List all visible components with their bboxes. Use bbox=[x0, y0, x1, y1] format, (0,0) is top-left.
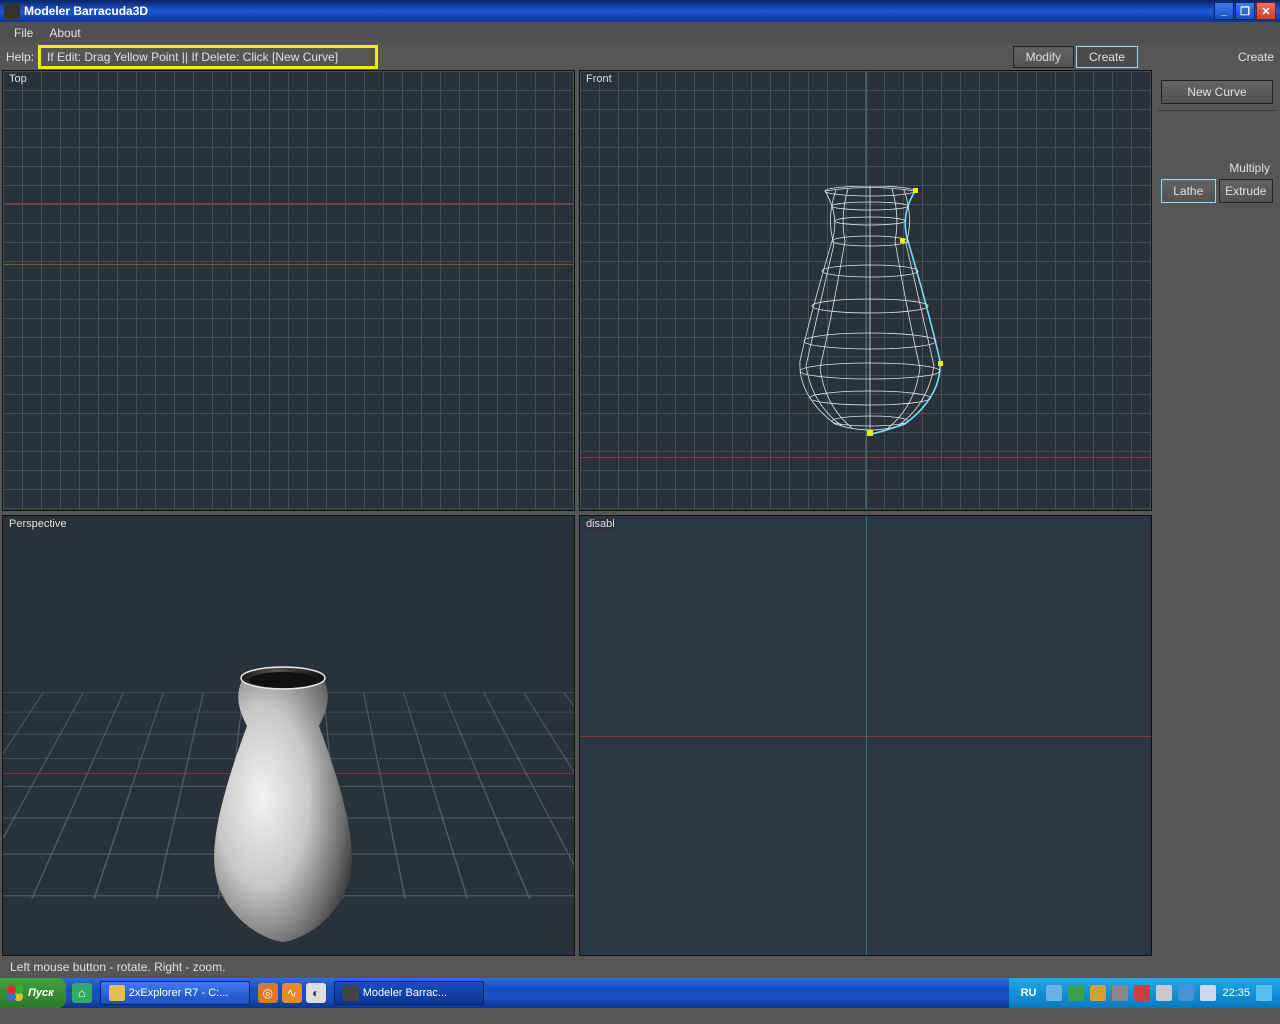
maximize-button[interactable]: ❐ bbox=[1235, 2, 1255, 20]
start-label: Пуск bbox=[28, 987, 54, 999]
modify-button[interactable]: Modify bbox=[1013, 46, 1074, 68]
task-label-1: 2xExplorer R7 - C:... bbox=[129, 987, 229, 999]
quicklaunch-item[interactable]: ⌂ bbox=[72, 983, 92, 1003]
vp-label-disabled: disabl bbox=[584, 518, 617, 530]
vp-label-top: Top bbox=[7, 73, 29, 85]
tray-icon[interactable] bbox=[1068, 985, 1084, 1001]
app-icon bbox=[4, 3, 20, 19]
tray-icon[interactable] bbox=[1134, 985, 1150, 1001]
viewport-disabled[interactable]: disabl bbox=[579, 515, 1152, 956]
vp-label-front: Front bbox=[584, 73, 614, 85]
help-label: Help: bbox=[6, 50, 34, 64]
viewport-top[interactable]: Top bbox=[2, 70, 575, 511]
system-tray: RU 22:35 bbox=[1009, 978, 1280, 1008]
clock[interactable]: 22:35 bbox=[1222, 987, 1250, 999]
minimize-button[interactable]: _ bbox=[1214, 2, 1234, 20]
panel-divider bbox=[1158, 110, 1276, 111]
menu-about[interactable]: About bbox=[41, 24, 88, 42]
tray-icon[interactable] bbox=[1156, 985, 1172, 1001]
taskbar-item-explorer[interactable]: 2xExplorer R7 - C:... bbox=[100, 981, 250, 1005]
viewport-perspective[interactable]: Perspective bbox=[2, 515, 575, 956]
tray-icon[interactable] bbox=[1046, 985, 1062, 1001]
main-area: Top Front bbox=[0, 70, 1280, 978]
tray-icon[interactable] bbox=[1178, 985, 1194, 1001]
grid-top bbox=[3, 71, 574, 510]
volume-icon[interactable] bbox=[1200, 985, 1216, 1001]
side-panel: New Curve Multiply Lathe Extrude bbox=[1154, 70, 1280, 978]
windows-flag-icon bbox=[6, 984, 24, 1002]
tray-icon[interactable] bbox=[1090, 985, 1106, 1001]
window-buttons: _ ❐ ✕ bbox=[1214, 2, 1276, 20]
menubar: File About bbox=[0, 22, 1280, 44]
multiply-label: Multiply bbox=[1158, 161, 1270, 175]
rendered-vase bbox=[203, 656, 363, 946]
ql-icon-3[interactable]: ◐ bbox=[306, 983, 326, 1003]
quick-launch-2: ◎ ∿ ◐ bbox=[252, 983, 332, 1003]
help-text: If Edit: Drag Yellow Point || If Delete:… bbox=[47, 50, 338, 64]
close-button[interactable]: ✕ bbox=[1256, 2, 1276, 20]
tray-icon[interactable] bbox=[1256, 985, 1272, 1001]
new-curve-button[interactable]: New Curve bbox=[1161, 80, 1273, 104]
language-indicator[interactable]: RU bbox=[1017, 987, 1041, 999]
extrude-button[interactable]: Extrude bbox=[1219, 179, 1274, 203]
modeler-icon bbox=[343, 985, 359, 1001]
ql-icon-2[interactable]: ∿ bbox=[282, 983, 302, 1003]
vp-label-perspective: Perspective bbox=[7, 518, 68, 530]
taskbar-item-modeler[interactable]: Modeler Barrac... bbox=[334, 981, 484, 1005]
create-side-label: Create bbox=[1238, 50, 1274, 64]
create-button[interactable]: Create bbox=[1076, 46, 1138, 68]
axis-vertical bbox=[866, 516, 867, 955]
start-button[interactable]: Пуск bbox=[0, 978, 66, 1008]
lathe-button[interactable]: Lathe bbox=[1161, 179, 1216, 203]
ql-icon-1[interactable]: ◎ bbox=[258, 983, 278, 1003]
toolbar: Help: If Edit: Drag Yellow Point || If D… bbox=[0, 44, 1280, 70]
menu-file[interactable]: File bbox=[6, 24, 41, 42]
help-text-box: If Edit: Drag Yellow Point || If Delete:… bbox=[38, 45, 378, 69]
viewports-wrap: Top Front bbox=[0, 70, 1154, 978]
viewport-front[interactable]: Front bbox=[579, 70, 1152, 511]
tray-icon[interactable] bbox=[1112, 985, 1128, 1001]
viewports: Top Front bbox=[0, 70, 1154, 956]
axis-horizontal-2 bbox=[3, 264, 574, 265]
axis-horizontal bbox=[3, 203, 574, 204]
titlebar: Modeler Barracuda3D _ ❐ ✕ bbox=[0, 0, 1280, 22]
help-region: Help: If Edit: Drag Yellow Point || If D… bbox=[6, 45, 378, 69]
explorer-icon bbox=[109, 985, 125, 1001]
status-text: Left mouse button - rotate. Right - zoom… bbox=[10, 960, 225, 974]
quick-launch: ⌂ bbox=[66, 983, 98, 1003]
app-title: Modeler Barracuda3D bbox=[24, 4, 1214, 18]
status-bar: Left mouse button - rotate. Right - zoom… bbox=[0, 956, 1154, 978]
multiply-buttons: Lathe Extrude bbox=[1158, 179, 1276, 203]
wireframe-vase bbox=[780, 186, 960, 436]
taskbar: Пуск ⌂ 2xExplorer R7 - C:... ◎ ∿ ◐ Model… bbox=[0, 978, 1280, 1008]
task-label-2: Modeler Barrac... bbox=[363, 987, 447, 999]
